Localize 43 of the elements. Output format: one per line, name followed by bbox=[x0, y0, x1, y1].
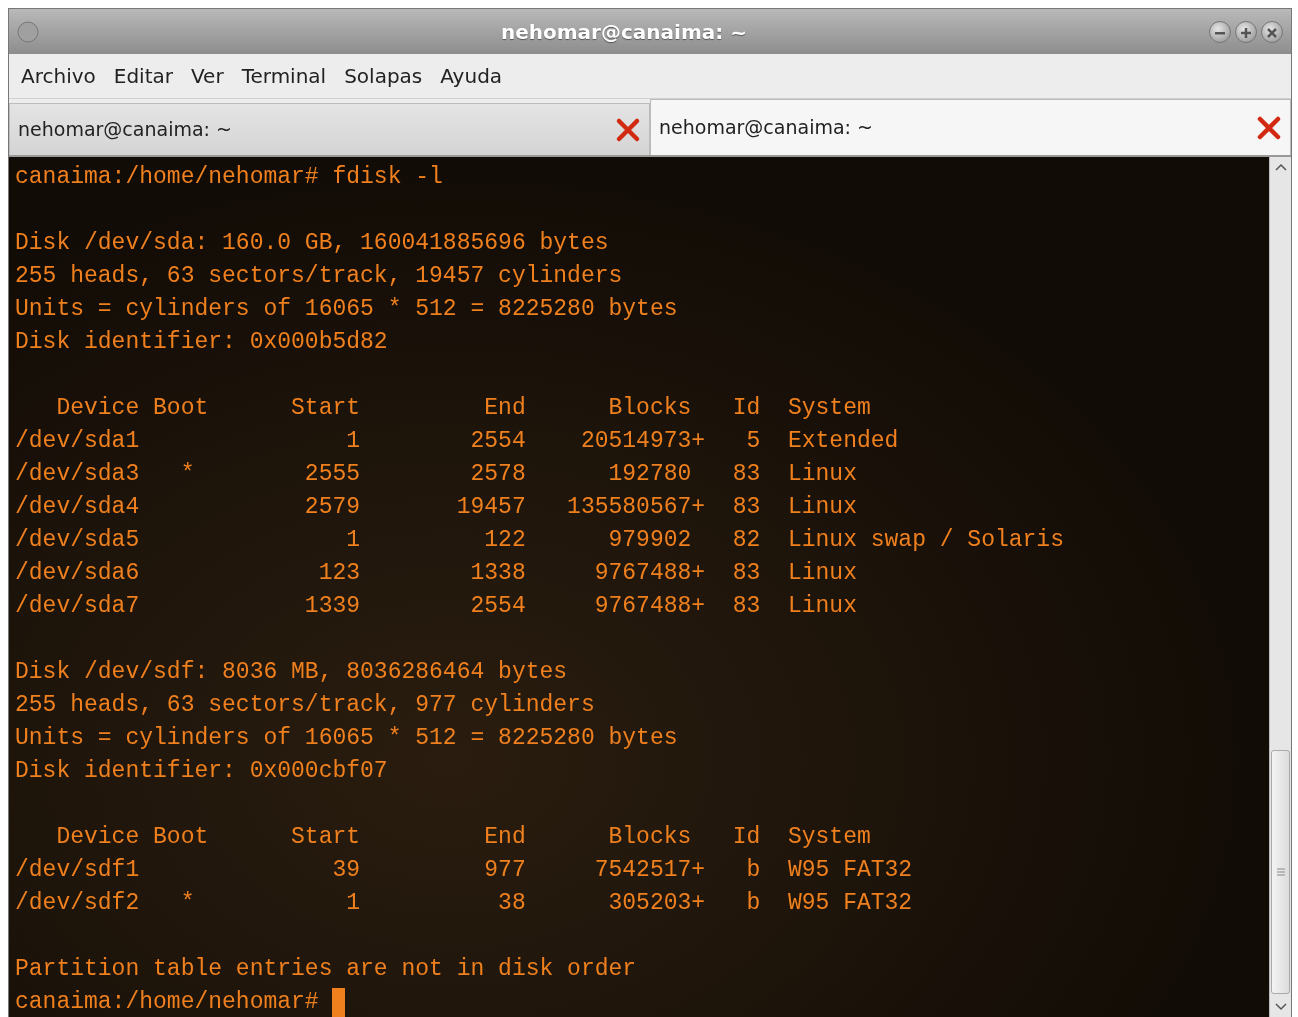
terminal-line: canaima:/home/nehomar# bbox=[15, 988, 320, 1017]
menu-item[interactable]: Ayuda bbox=[440, 61, 503, 91]
tab-close-icon[interactable] bbox=[1256, 114, 1282, 141]
window-title: nehomar@canaima: ~ bbox=[500, 18, 748, 46]
menu-item[interactable]: Ver bbox=[191, 61, 224, 91]
terminal-line: Disk identifier: 0x000cbf07 bbox=[15, 757, 388, 786]
terminal-line: /dev/sda4 2579 19457 135580567+ 83 Linux bbox=[15, 493, 857, 522]
tab-label: nehomar@canaima: ~ bbox=[18, 117, 233, 143]
grip-icon bbox=[1276, 867, 1285, 876]
terminal-line: Partition table entries are not in disk order bbox=[15, 955, 637, 984]
terminal-line: /dev/sda6 123 1338 9767488+ 83 Linux bbox=[15, 559, 857, 588]
terminal-line: Disk identifier: 0x000b5d82 bbox=[15, 328, 388, 357]
menu-item[interactable]: Terminal bbox=[241, 61, 327, 91]
scrollbar-thumb[interactable] bbox=[1271, 749, 1290, 994]
scrollbar[interactable] bbox=[1269, 157, 1291, 1017]
terminal-line: 255 heads, 63 sectors/track, 977 cylinders bbox=[15, 691, 595, 720]
terminal-line: 255 heads, 63 sectors/track, 19457 cylinders bbox=[15, 262, 623, 291]
terminal-line: /dev/sdf1 39 977 7542517+ b W95 FAT32 bbox=[15, 856, 913, 885]
terminal-line: /dev/sda1 1 2554 20514973+ 5 Extended bbox=[15, 427, 899, 456]
menu-item[interactable]: Solapas bbox=[344, 61, 423, 91]
close-button[interactable] bbox=[1261, 20, 1283, 43]
maximize-icon bbox=[1240, 26, 1252, 39]
terminal-line: Device Boot Start End Blocks Id System bbox=[55, 823, 871, 852]
text-cursor bbox=[332, 987, 346, 1017]
terminal-line: Units = cylinders of 16065 * 512 = 8225280 bytes bbox=[15, 724, 678, 753]
menu-item[interactable]: Archivo bbox=[21, 61, 96, 91]
terminal-line: canaima:/home/nehomar# fdisk -l bbox=[15, 163, 443, 192]
minimize-button[interactable] bbox=[1209, 20, 1231, 43]
terminal-line: /dev/sda5 1 122 979902 82 Linux swap / Solaris bbox=[15, 526, 1064, 555]
terminal-line: Device Boot Start End Blocks Id System bbox=[55, 394, 871, 423]
menu-item[interactable]: Editar bbox=[113, 61, 173, 91]
tab-label: nehomar@canaima: ~ bbox=[659, 115, 874, 141]
terminal-tab[interactable]: nehomar@canaima: ~ bbox=[650, 99, 1291, 155]
close-icon bbox=[1266, 26, 1278, 39]
tab-close-icon[interactable] bbox=[615, 116, 641, 143]
terminal-line: Units = cylinders of 16065 * 512 = 8225280 bytes bbox=[15, 295, 678, 324]
terminal-line: /dev/sdf2 * 1 38 305203+ b W95 FAT32 bbox=[15, 889, 913, 918]
maximize-button[interactable] bbox=[1235, 20, 1257, 43]
terminal-line: Disk /dev/sda: 160.0 GB, 160041885696 bytes bbox=[15, 229, 609, 258]
terminal-tab[interactable]: nehomar@canaima: ~ bbox=[9, 103, 650, 155]
terminal-line: /dev/sda3 * 2555 2578 192780 83 Linux bbox=[15, 460, 857, 489]
terminal-line: /dev/sda7 1339 2554 9767488+ 83 Linux bbox=[15, 592, 857, 621]
terminal-line: Disk /dev/sdf: 8036 MB, 8036286464 bytes bbox=[15, 658, 568, 687]
